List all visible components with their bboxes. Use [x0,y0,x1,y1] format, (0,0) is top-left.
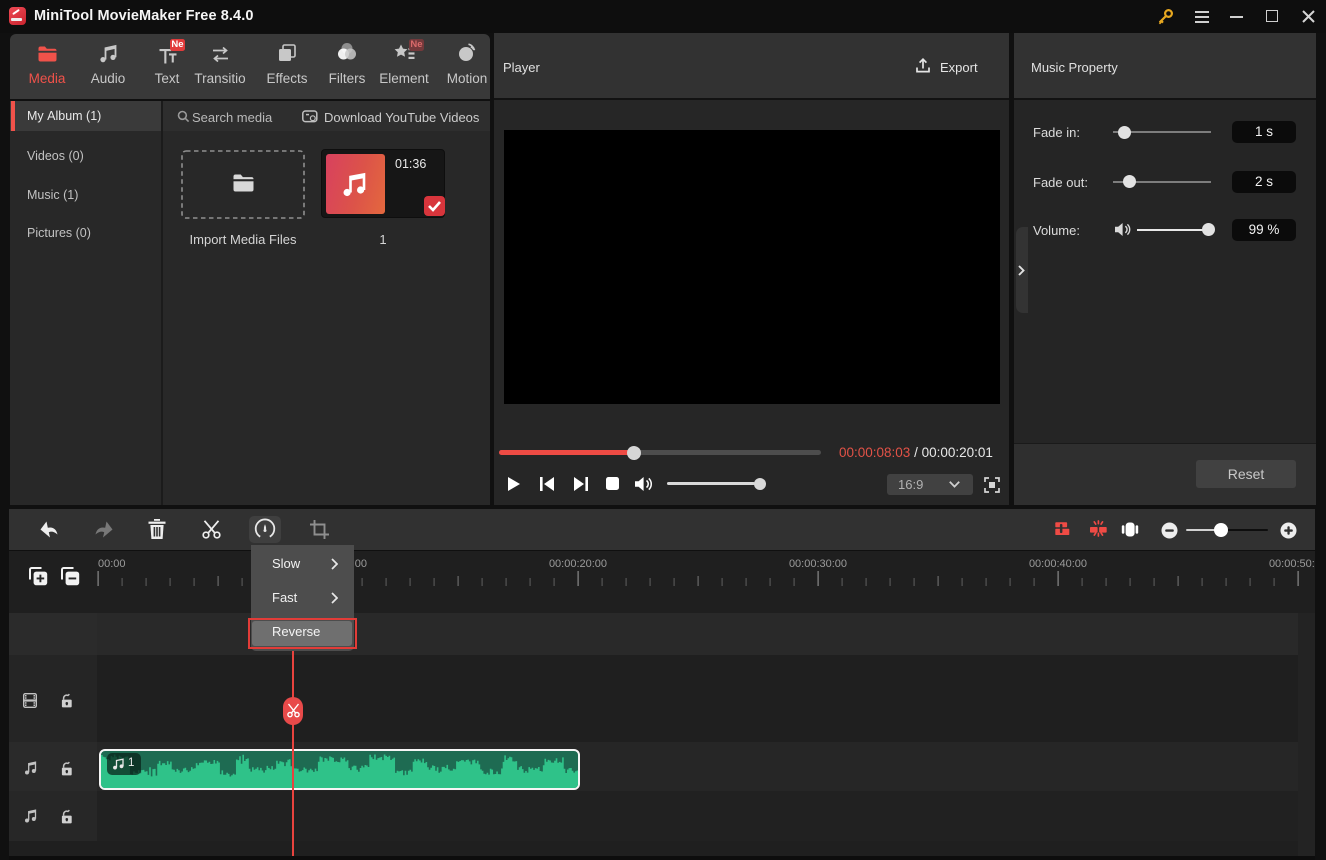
svg-text:00:00:50:00: 00:00:50:00 [1269,558,1315,570]
svg-text:00:00:40:00: 00:00:40:00 [1029,558,1087,570]
svg-text:00:00:30:00: 00:00:30:00 [789,558,847,570]
svg-text:00:00: 00:00 [98,558,126,570]
svg-text:00:00:20:00: 00:00:20:00 [549,558,607,570]
